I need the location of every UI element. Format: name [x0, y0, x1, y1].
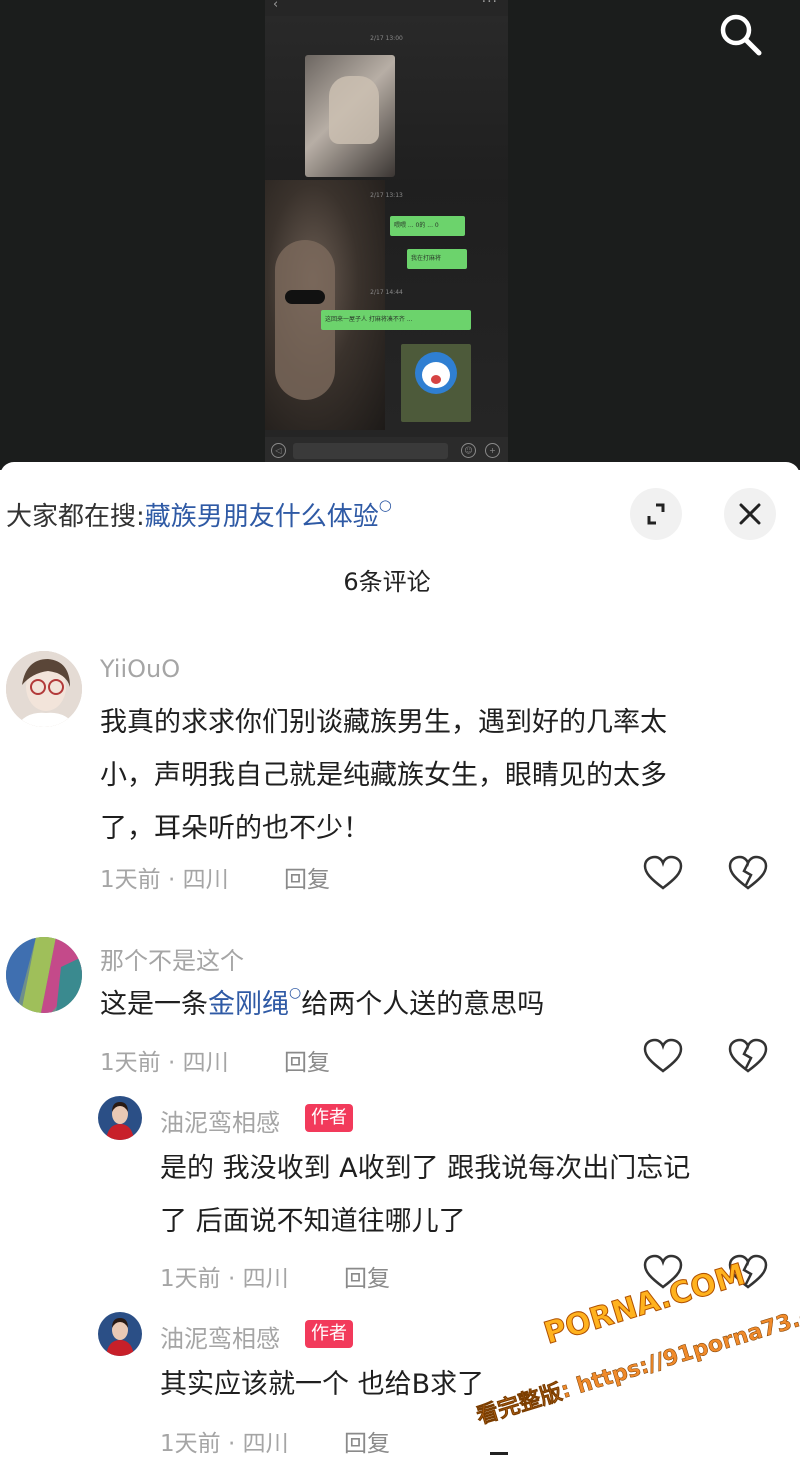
search-small-icon: ○: [378, 496, 392, 514]
comment-text-line: 小，声明我自己就是纯藏族女生，眼睛见的太多: [100, 760, 667, 791]
comment-text: 这是一条金刚绳○给两个人送的意思吗: [100, 978, 780, 1031]
avatar-abstract-icon: [6, 937, 82, 1013]
chat-topbar: [265, 0, 508, 16]
reply-meta: 1天前 · 四川: [160, 1431, 289, 1457]
broken-heart-icon: [728, 855, 768, 890]
expand-button[interactable]: [630, 488, 682, 540]
reply-button[interactable]: 回复: [284, 1043, 330, 1077]
comment-meta: 1天前 · 四川: [100, 1050, 229, 1076]
heart-icon: [643, 1038, 683, 1073]
chat-timestamp: 2/17 13:00: [370, 35, 403, 42]
reply-username[interactable]: 油泥鸾相感: [160, 1103, 280, 1138]
voice-icon: ◁: [271, 443, 286, 458]
search-icon: [720, 14, 762, 56]
chat-back-icon: ‹: [273, 0, 279, 12]
chat-bubble: 喂喂 ... 0的 ... 0: [390, 216, 465, 236]
reply-button[interactable]: 回复: [284, 860, 330, 894]
chat-timestamp: 2/17 13:13: [370, 192, 403, 199]
close-icon: [739, 503, 761, 525]
search-suggestion[interactable]: 大家都在搜:藏族男朋友什么体验○: [6, 496, 392, 533]
avatar-author-icon: [98, 1312, 142, 1356]
reply-text-line: 了 后面说不知道往哪儿了: [160, 1206, 466, 1237]
broken-heart-icon: [728, 1038, 768, 1073]
sticker-mouth: [431, 375, 441, 384]
search-small-icon: ○: [289, 985, 302, 1001]
chat-photo-hand-shape: [329, 76, 379, 144]
avatar[interactable]: [6, 651, 82, 727]
chat-more-icon: ···: [481, 0, 498, 10]
reply-meta: 1天前 · 四川: [160, 1266, 289, 1292]
avatar-author-icon: [98, 1096, 142, 1140]
comment-count-title: 6条评论: [343, 568, 431, 596]
chat-bubble: 这回来一屋子人 打麻将凑不齐 ...: [321, 310, 471, 330]
chat-bubble: 我在打麻将: [407, 249, 467, 269]
comment-text: 我真的求求你们别谈藏族男生，遇到好的几率太 小，声明我自己就是纯藏族女生，眼睛见…: [100, 696, 780, 855]
like-button[interactable]: [643, 1038, 683, 1074]
close-button[interactable]: [724, 488, 776, 540]
expand-icon: [647, 503, 665, 525]
comment-username[interactable]: 那个不是这个: [100, 941, 244, 976]
heart-icon: [643, 855, 683, 890]
search-suggestion-prefix: 大家都在搜:: [6, 502, 145, 532]
avatar[interactable]: [98, 1096, 142, 1140]
reply-text-line: 是的 我没收到 A收到了 跟我说每次出门忘记: [160, 1153, 691, 1184]
avatar[interactable]: [98, 1312, 142, 1356]
avatar[interactable]: [6, 937, 82, 1013]
like-button[interactable]: [643, 855, 683, 891]
chat-timestamp: 2/17 14:44: [370, 289, 403, 296]
chat-screenshot-frame: ‹ ··· 2/17 13:00 2/17 13:13 喂喂 ... 0的 ..…: [265, 0, 508, 465]
video-player[interactable]: ‹ ··· 2/17 13:00 2/17 13:13 喂喂 ... 0的 ..…: [0, 0, 800, 470]
plus-icon: +: [485, 443, 500, 458]
comment-keyword-link[interactable]: 金刚绳: [208, 989, 289, 1020]
search-button[interactable]: [716, 12, 766, 58]
scroll-indicator: [490, 1452, 508, 1455]
comment-meta: 1天前 · 四川: [100, 867, 229, 893]
avatar-girl-icon: [6, 651, 82, 727]
comment-username[interactable]: YiiOuO: [100, 655, 180, 683]
dislike-button[interactable]: [728, 1038, 768, 1074]
search-suggestion-keyword[interactable]: 藏族男朋友什么体验: [145, 502, 379, 532]
author-badge: 作者: [305, 1104, 353, 1132]
reply-button[interactable]: 回复: [344, 1259, 390, 1293]
reply-username[interactable]: 油泥鸾相感: [160, 1319, 280, 1354]
comment-text-part: 给两个人送的意思吗: [301, 989, 545, 1020]
comment-text-part: 这是一条: [100, 989, 208, 1020]
emoji-icon: ☺: [461, 443, 476, 458]
chat-input-field: [293, 443, 448, 459]
dislike-button[interactable]: [728, 855, 768, 891]
author-badge: 作者: [305, 1320, 353, 1348]
reply-button[interactable]: 回复: [344, 1424, 390, 1458]
comment-text-line: 了，耳朵听的也不少！: [100, 813, 370, 844]
comment-text-line: 我真的求求你们别谈藏族男生，遇到好的几率太: [100, 707, 667, 738]
reply-text: 是的 我没收到 A收到了 跟我说每次出门忘记 了 后面说不知道往哪儿了: [160, 1142, 780, 1248]
